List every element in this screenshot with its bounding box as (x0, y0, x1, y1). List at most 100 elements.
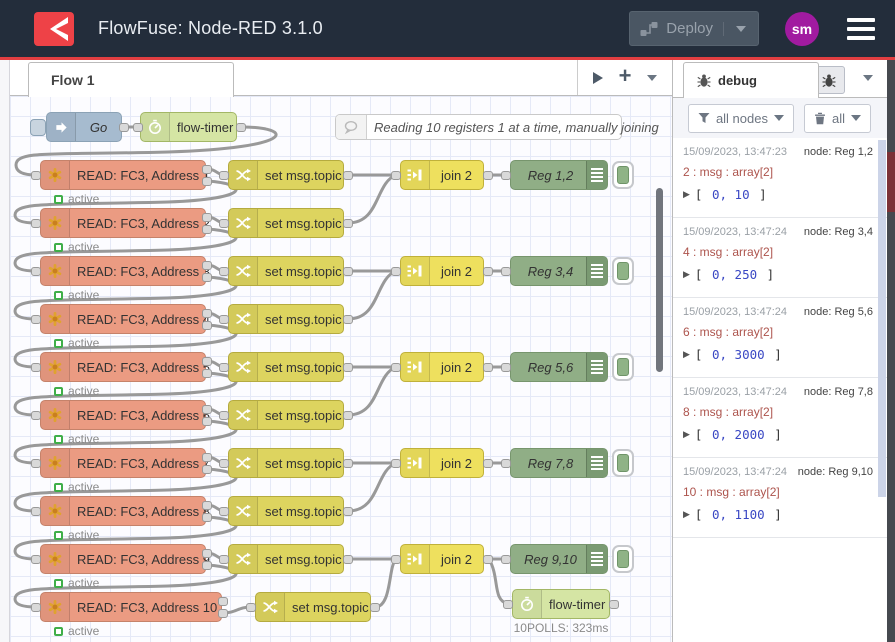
debug-list-scrollbar[interactable] (878, 140, 886, 497)
output-port[interactable] (202, 453, 212, 462)
expand-arrow-icon[interactable]: ▶ (683, 510, 690, 520)
debug-filter-button[interactable]: all nodes (688, 104, 794, 133)
join-node[interactable]: join 2 (400, 544, 484, 574)
output-port[interactable] (202, 165, 212, 174)
output-port[interactable] (119, 123, 129, 132)
output-port[interactable] (202, 513, 212, 522)
input-port[interactable] (219, 171, 229, 180)
output-port[interactable] (202, 561, 212, 570)
output-port[interactable] (202, 321, 212, 330)
input-port[interactable] (31, 219, 41, 228)
debug-toggle-button[interactable] (612, 545, 634, 573)
input-port[interactable] (246, 603, 256, 612)
output-port[interactable] (343, 507, 353, 516)
change-node[interactable]: set msg.topic (228, 448, 344, 478)
canvas-vertical-scrollbar[interactable] (656, 188, 663, 372)
debug-node[interactable]: Reg 1,2 (510, 160, 608, 190)
input-port[interactable] (501, 555, 511, 564)
read-node[interactable]: READ: FC3, Address 3 (40, 256, 206, 286)
output-port[interactable] (483, 459, 493, 468)
debug-node[interactable]: Reg 3,4 (510, 256, 608, 286)
change-node[interactable]: set msg.topic (228, 400, 344, 430)
output-port[interactable] (609, 600, 619, 609)
input-port[interactable] (219, 267, 229, 276)
change-node[interactable]: set msg.topic (228, 160, 344, 190)
output-port[interactable] (202, 261, 212, 270)
output-port[interactable] (343, 555, 353, 564)
output-port[interactable] (343, 363, 353, 372)
input-port[interactable] (31, 507, 41, 516)
timer-node[interactable]: flow-timer (140, 112, 237, 142)
output-port[interactable] (202, 465, 212, 474)
change-node[interactable]: set msg.topic (228, 208, 344, 238)
add-flow-button[interactable]: + (619, 65, 632, 87)
input-port[interactable] (219, 555, 229, 564)
output-port[interactable] (202, 309, 212, 318)
next-tab-icon[interactable] (593, 72, 603, 84)
input-port[interactable] (31, 603, 41, 612)
read-node[interactable]: READ: FC3, Address 8 (40, 496, 206, 526)
read-node[interactable]: READ: FC3, Address 1 (40, 160, 206, 190)
output-port[interactable] (343, 219, 353, 228)
output-port[interactable] (202, 369, 212, 378)
input-port[interactable] (133, 123, 143, 132)
debug-toggle-button[interactable] (612, 161, 634, 189)
debug-node[interactable]: Reg 9,10 (510, 544, 608, 574)
output-port[interactable] (202, 273, 212, 282)
change-node[interactable]: set msg.topic (255, 592, 371, 622)
output-port[interactable] (218, 597, 228, 606)
tab-flow-1[interactable]: Flow 1 (28, 62, 234, 97)
input-port[interactable] (501, 459, 511, 468)
join-node[interactable]: join 2 (400, 352, 484, 382)
join-node[interactable]: join 2 (400, 256, 484, 286)
output-port[interactable] (218, 609, 228, 618)
read-node[interactable]: READ: FC3, Address 4 (40, 304, 206, 334)
debug-node[interactable]: Reg 7,8 (510, 448, 608, 478)
input-port[interactable] (219, 315, 229, 324)
output-port[interactable] (202, 177, 212, 186)
change-node[interactable]: set msg.topic (228, 352, 344, 382)
input-port[interactable] (31, 363, 41, 372)
input-port[interactable] (31, 315, 41, 324)
output-port[interactable] (202, 225, 212, 234)
output-port[interactable] (202, 405, 212, 414)
output-port[interactable] (483, 555, 493, 564)
input-port[interactable] (31, 411, 41, 420)
input-port[interactable] (31, 171, 41, 180)
output-port[interactable] (370, 603, 380, 612)
read-node[interactable]: READ: FC3, Address 7 (40, 448, 206, 478)
read-node[interactable]: READ: FC3, Address 10 (40, 592, 222, 622)
debug-toggle-button[interactable] (612, 257, 634, 285)
debug-toggle-button[interactable] (612, 449, 634, 477)
change-node[interactable]: set msg.topic (228, 496, 344, 526)
output-port[interactable] (483, 363, 493, 372)
main-menu-button[interactable] (845, 16, 877, 42)
input-port[interactable] (31, 459, 41, 468)
debug-node[interactable]: Reg 5,6 (510, 352, 608, 382)
input-port[interactable] (219, 507, 229, 516)
input-port[interactable] (31, 555, 41, 564)
expand-arrow-icon[interactable]: ▶ (683, 190, 690, 200)
change-node[interactable]: set msg.topic (228, 304, 344, 334)
output-port[interactable] (343, 459, 353, 468)
change-node[interactable]: set msg.topic (228, 256, 344, 286)
join-node[interactable]: join 2 (400, 448, 484, 478)
input-port[interactable] (391, 171, 401, 180)
timer-node[interactable]: flow-timer (512, 589, 610, 619)
read-node[interactable]: READ: FC3, Address 9 (40, 544, 206, 574)
input-port[interactable] (391, 363, 401, 372)
tab-list-chevron-icon[interactable] (647, 75, 657, 81)
comment-node[interactable]: Reading 10 registers 1 at a time, manual… (335, 114, 622, 140)
output-port[interactable] (202, 357, 212, 366)
input-port[interactable] (219, 363, 229, 372)
input-port[interactable] (501, 363, 511, 372)
read-node[interactable]: READ: FC3, Address 5 (40, 352, 206, 382)
output-port[interactable] (202, 501, 212, 510)
output-port[interactable] (202, 549, 212, 558)
input-port[interactable] (391, 459, 401, 468)
expand-arrow-icon[interactable]: ▶ (683, 350, 690, 360)
tab-debug[interactable]: debug (683, 62, 819, 98)
input-port[interactable] (391, 555, 401, 564)
read-node[interactable]: READ: FC3, Address 6 (40, 400, 206, 430)
output-port[interactable] (343, 315, 353, 324)
